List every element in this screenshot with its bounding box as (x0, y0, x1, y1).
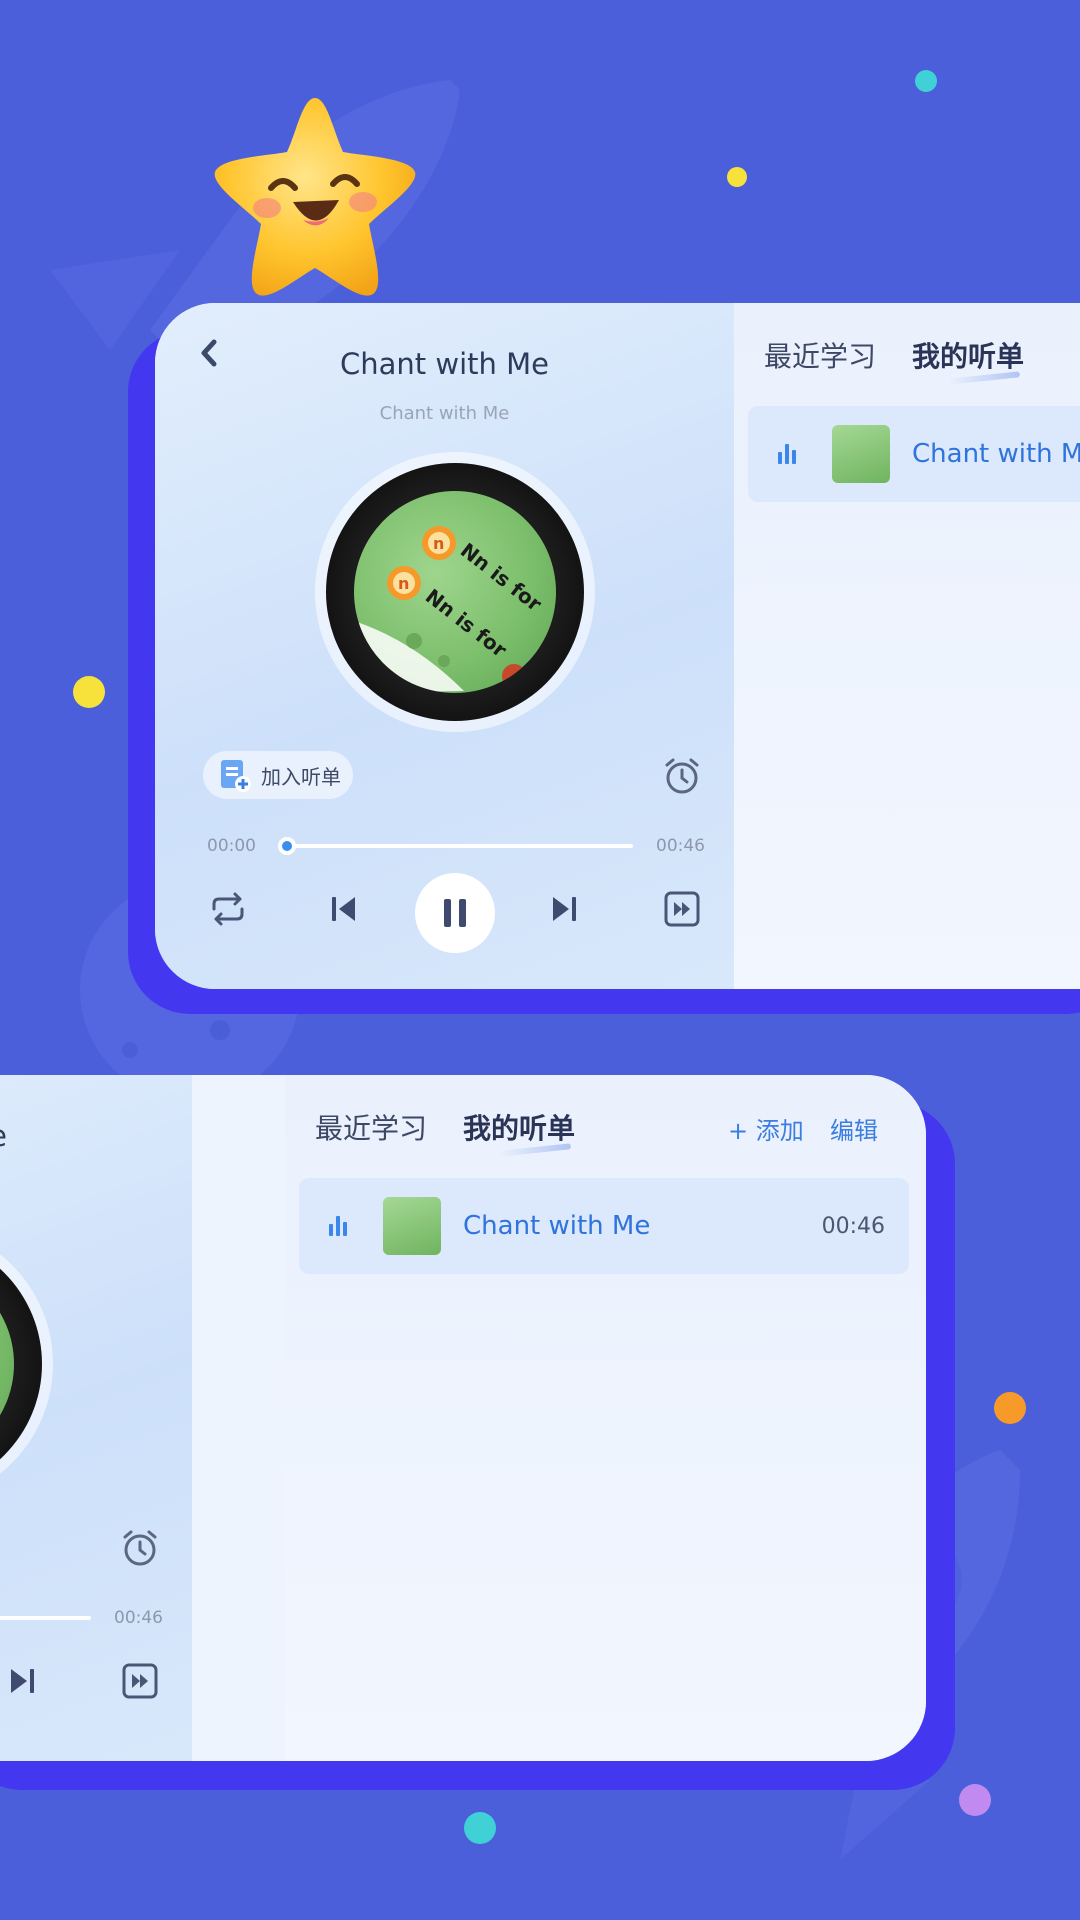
player-panel-partial: Chant with Me Chant with Me Nn is for Nn… (0, 1075, 192, 1761)
bottom-card: Chant with Me Chant with Me Nn is for Nn… (0, 1075, 926, 1761)
previous-button[interactable] (318, 883, 370, 935)
next-button[interactable] (538, 883, 590, 935)
decor-dot-purple (959, 1784, 991, 1816)
speed-icon-partial (122, 1663, 158, 1699)
album-art: n n Nn is for Nn is for (354, 491, 556, 693)
tab-recent-full[interactable]: 最近学习 (315, 1107, 427, 1147)
svg-text:n: n (398, 574, 409, 593)
disc-art-text-1: Nn is for (456, 538, 547, 616)
song-subtitle-partial: Chant with Me (0, 1175, 192, 1196)
repeat-button[interactable] (202, 883, 254, 935)
song-subtitle: Chant with Me (379, 403, 510, 424)
alarm-icon-partial[interactable] (119, 1527, 161, 1569)
progress-thumb[interactable] (278, 837, 296, 855)
list-panel-full: 最近学习 我的听单 + 添加 编辑 Chant with Me 00:46 (285, 1075, 926, 1761)
next-icon (553, 897, 576, 921)
pause-button[interactable] (415, 873, 495, 953)
player-panel: Chant with Me Chant with Me n n Nn is fo… (155, 303, 734, 989)
list-item-full[interactable]: Chant with Me 00:46 (299, 1178, 909, 1274)
equalizer-icon-full (329, 1216, 349, 1236)
list-item[interactable]: Chant with Me (748, 406, 1080, 502)
star-mascot (214, 98, 416, 296)
album-disc: n n Nn is for Nn is for (326, 463, 584, 721)
time-total: 00:46 (656, 836, 705, 856)
song-title: Chant with Me (340, 347, 549, 381)
top-card: Chant with Me Chant with Me n n Nn is fo… (155, 303, 1080, 989)
decor-dot-yellow (73, 676, 105, 708)
add-list-icon (221, 760, 251, 792)
list-tabs-full: 最近学习 我的听单 (315, 1107, 575, 1147)
list-panel: 最近学习 我的听单 Chant with Me (734, 303, 1080, 989)
list-item-title-full: Chant with Me (463, 1211, 651, 1241)
tab-recent[interactable]: 最近学习 (764, 335, 876, 375)
add-button[interactable]: + 添加 (728, 1111, 804, 1146)
progress-track[interactable] (286, 844, 633, 848)
tab-my-list-full[interactable]: 我的听单 (463, 1107, 575, 1147)
pause-icon (444, 899, 466, 927)
list-item-thumbnail (832, 425, 890, 483)
next-button-partial[interactable] (0, 1655, 48, 1707)
disc-art-text-1-partial: Nn is for (0, 1310, 4, 1388)
disc-art-text-2: Nn is for (421, 584, 512, 662)
speed-button[interactable] (656, 883, 708, 935)
progress-track-partial[interactable] (0, 1616, 91, 1620)
speed-button-partial[interactable] (114, 1655, 166, 1707)
alarm-icon[interactable] (661, 755, 703, 797)
next-icon-partial (11, 1669, 34, 1693)
list-item-title: Chant with Me (912, 439, 1080, 469)
song-title-partial: Chant with Me (0, 1119, 192, 1153)
decor-dot-yellow-small (727, 167, 747, 187)
time-current: 00:00 (207, 836, 256, 856)
list-item-thumbnail-full (383, 1197, 441, 1255)
edit-button[interactable]: 编辑 (830, 1111, 878, 1146)
speed-icon (664, 891, 700, 927)
time-total-partial: 00:46 (114, 1608, 163, 1628)
svg-text:n: n (433, 534, 444, 553)
album-art-partial: Nn is for Nn is for (0, 1263, 14, 1465)
list-tabs: 最近学习 我的听单 (764, 335, 1024, 375)
equalizer-icon (778, 444, 798, 464)
tab-my-list[interactable]: 我的听单 (912, 335, 1024, 375)
add-to-list-label: 加入听单 (261, 764, 341, 789)
repeat-icon (212, 892, 244, 926)
list-item-duration: 00:46 (821, 1213, 885, 1239)
add-to-list-button[interactable]: 加入听单 (203, 751, 353, 799)
decor-dot-cyan-bottom (464, 1812, 496, 1844)
decor-dot-cyan (915, 70, 937, 92)
decor-dot-orange (994, 1392, 1026, 1424)
prev-icon (332, 897, 355, 921)
